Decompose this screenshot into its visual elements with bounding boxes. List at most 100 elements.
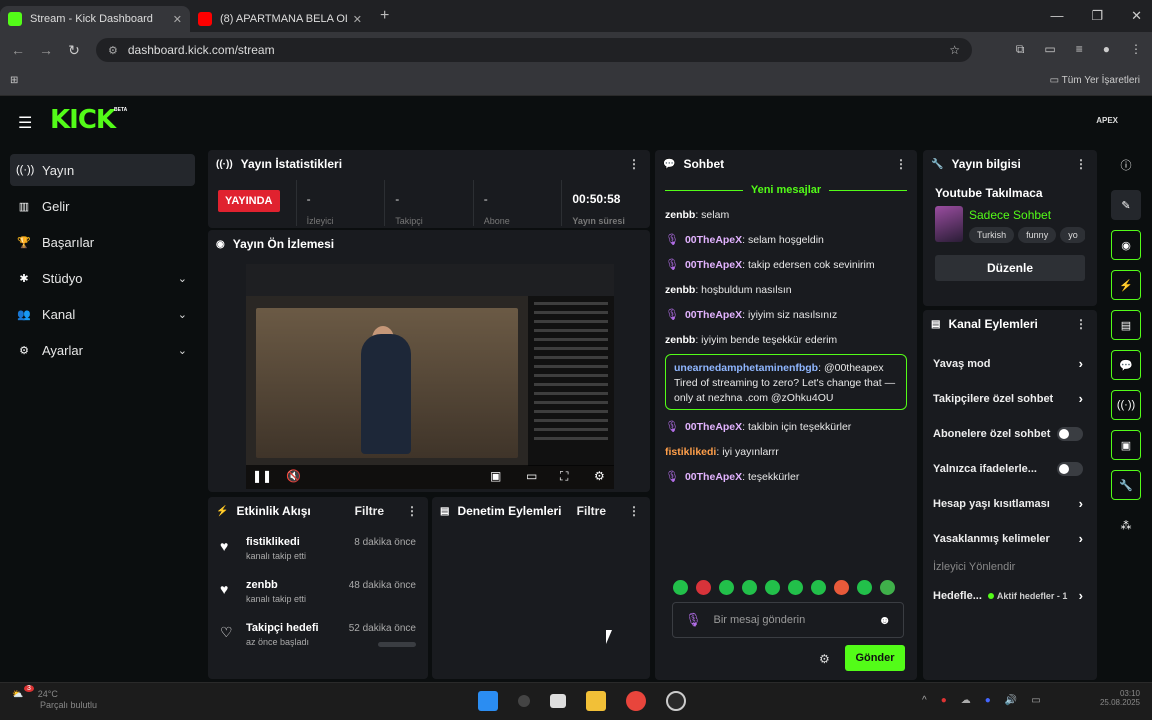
broadcast-icon[interactable]: ((·))	[1111, 390, 1141, 420]
subscribers-only-toggle[interactable]	[1057, 426, 1083, 441]
theater-icon[interactable]: ▭	[526, 469, 537, 483]
emote-icon[interactable]	[696, 580, 711, 595]
action-banned-words[interactable]: Yasaklanmış kelimeler ›	[923, 521, 1097, 556]
emote-icon[interactable]	[673, 580, 688, 595]
emote-icon[interactable]	[719, 580, 734, 595]
hamburger-menu-icon[interactable]: ☰	[18, 113, 32, 133]
pencil-icon[interactable]: ✎	[1111, 190, 1141, 220]
pause-icon[interactable]: ❚❚	[252, 469, 272, 483]
emote-icon[interactable]	[788, 580, 803, 595]
emotes-only-toggle[interactable]	[1057, 461, 1083, 476]
action-slow-mode[interactable]: Yavaş mod ›	[923, 346, 1097, 381]
tray-app-icon[interactable]: ●	[941, 695, 947, 706]
bookmark-star-icon[interactable]: ☆	[949, 43, 960, 57]
extensions-icon[interactable]: ⧉	[1016, 42, 1025, 57]
more-options-icon[interactable]: ⋮	[628, 157, 640, 171]
chevron-down-icon[interactable]: ⌄	[178, 344, 187, 357]
emote-icon[interactable]	[811, 580, 826, 595]
action-targets[interactable]: Hedefle... Aktif hedefler - 1 ›	[923, 578, 1097, 613]
emote-icon[interactable]	[834, 580, 849, 595]
layout-icon[interactable]: ▣	[1111, 430, 1141, 460]
windows-start-icon[interactable]	[478, 691, 498, 711]
document-icon[interactable]: ▤	[1111, 310, 1141, 340]
sidebar-item-basarilar[interactable]: 🏆 Başarılar	[10, 226, 195, 258]
chat-username[interactable]: 00TheApeX	[685, 471, 742, 483]
emoji-picker-icon[interactable]: ☻	[878, 613, 891, 627]
forward-icon[interactable]: →	[32, 42, 60, 58]
user-name[interactable]: APEX	[1096, 116, 1118, 125]
action-followers-only[interactable]: Takipçilere özel sohbet ›	[923, 381, 1097, 416]
emote-icon[interactable]	[765, 580, 780, 595]
chrome-icon[interactable]	[626, 691, 646, 711]
filter-button[interactable]: Filtre	[355, 504, 384, 518]
emote-icon[interactable]	[857, 580, 872, 595]
address-bar[interactable]: ⚙ dashboard.kick.com/stream ☆	[96, 38, 972, 62]
chat-username[interactable]: 00TheApeX	[685, 259, 742, 271]
tab-kick-dashboard[interactable]: Stream - Kick Dashboard ✕	[0, 6, 190, 32]
media-icon[interactable]: ≡	[1076, 42, 1083, 57]
more-options-icon[interactable]: ⋮	[1075, 317, 1087, 331]
new-tab-button[interactable]: +	[380, 7, 389, 25]
more-options-icon[interactable]: ⋮	[1075, 157, 1087, 171]
weather-widget[interactable]: ⛅ 3 24°C Parçalı bulutlu	[12, 685, 97, 710]
emote-icon[interactable]	[880, 580, 895, 595]
stream-preview-video[interactable]: ❚❚ 🔇 ▣ ▭ ⛶ ⚙	[246, 264, 614, 489]
emote-icon[interactable]	[742, 580, 757, 595]
close-window-button[interactable]: ✕	[1131, 8, 1142, 24]
sidebar-item-studyo[interactable]: ✱ Stüdyo ⌄	[10, 262, 195, 294]
tab-youtube[interactable]: (8) APARTMANA BELA OLA ✕	[190, 6, 370, 32]
clock[interactable]: 03:10 25.08.2025	[1100, 689, 1140, 707]
minimize-button[interactable]: —	[1050, 8, 1063, 24]
site-info-icon[interactable]: ⚙	[108, 44, 118, 57]
chat-username[interactable]: zenbb	[665, 209, 695, 221]
chat-icon[interactable]: 💬	[1111, 350, 1141, 380]
sidebar-item-gelir[interactable]: ▥ Gelir	[10, 190, 195, 222]
file-explorer-icon[interactable]	[586, 691, 606, 711]
widgets-icon[interactable]: ⁂	[1111, 510, 1141, 540]
lightning-icon[interactable]: ⚡	[1111, 270, 1141, 300]
sidebar-item-ayarlar[interactable]: ⚙ Ayarlar ⌄	[10, 334, 195, 366]
chat-username[interactable]: zenbb	[665, 334, 695, 346]
sidebar-item-yayin[interactable]: ((·)) Yayın	[10, 154, 195, 186]
sidebar-item-kanal[interactable]: 👥 Kanal ⌄	[10, 298, 195, 330]
chat-username[interactable]: zenbb	[665, 284, 695, 296]
info-icon[interactable]: ⓘ	[1111, 150, 1141, 180]
search-icon[interactable]	[518, 695, 530, 707]
highlighted-message[interactable]: unearnedamphetaminenfbgb: @00theapex Tir…	[665, 354, 907, 410]
more-options-icon[interactable]: ⋮	[895, 157, 907, 171]
tab-close-icon[interactable]: ✕	[353, 13, 362, 26]
chat-settings-icon[interactable]: ⚙	[819, 652, 830, 666]
send-button[interactable]: Gönder	[845, 645, 905, 671]
tab-search-icon[interactable]: ▭	[1044, 42, 1055, 57]
chevron-down-icon[interactable]: ⌄	[178, 272, 187, 285]
all-bookmarks-button[interactable]: ▭ Tüm Yer İşaretleri	[1050, 75, 1140, 86]
tray-app-icon[interactable]: ☁	[961, 695, 971, 706]
back-icon[interactable]: ←	[4, 42, 32, 58]
menu-icon[interactable]: ⋮	[1130, 42, 1142, 57]
chat-message-input[interactable]: 🎙 Bir mesaj gönderin ☻	[672, 602, 904, 638]
chevron-up-icon[interactable]: ^	[922, 695, 927, 706]
action-account-age[interactable]: Hesap yaşı kısıtlaması ›	[923, 486, 1097, 521]
preview-icon[interactable]: ◉	[1111, 230, 1141, 260]
edit-button[interactable]: Düzenle	[935, 255, 1085, 281]
pip-icon[interactable]: ▣	[490, 469, 501, 483]
more-options-icon[interactable]: ⋮	[406, 504, 418, 518]
fullscreen-icon[interactable]: ⛶	[560, 469, 568, 484]
more-options-icon[interactable]: ⋮	[628, 504, 640, 518]
obs-icon[interactable]	[666, 691, 686, 711]
mic-tray-icon[interactable]: ●	[985, 695, 991, 706]
battery-icon[interactable]: ▭	[1031, 695, 1040, 706]
tab-close-icon[interactable]: ✕	[173, 13, 182, 26]
mute-icon[interactable]: 🔇	[286, 469, 301, 483]
task-view-icon[interactable]	[550, 694, 566, 708]
chevron-down-icon[interactable]: ⌄	[178, 308, 187, 321]
reload-icon[interactable]: ↻	[60, 42, 88, 59]
chat-username[interactable]: fistiklikedi	[665, 446, 716, 458]
category-name[interactable]: Sadece Sohbet	[969, 208, 1085, 222]
speaker-icon[interactable]: 🔊	[1005, 695, 1017, 706]
chat-username[interactable]: 00TheApeX	[685, 421, 742, 433]
filter-button[interactable]: Filtre	[577, 504, 606, 518]
apps-grid-icon[interactable]: ⊞	[10, 75, 18, 86]
chat-username[interactable]: 00TheApeX	[685, 234, 742, 246]
profile-avatar[interactable]: ●	[1103, 42, 1110, 57]
